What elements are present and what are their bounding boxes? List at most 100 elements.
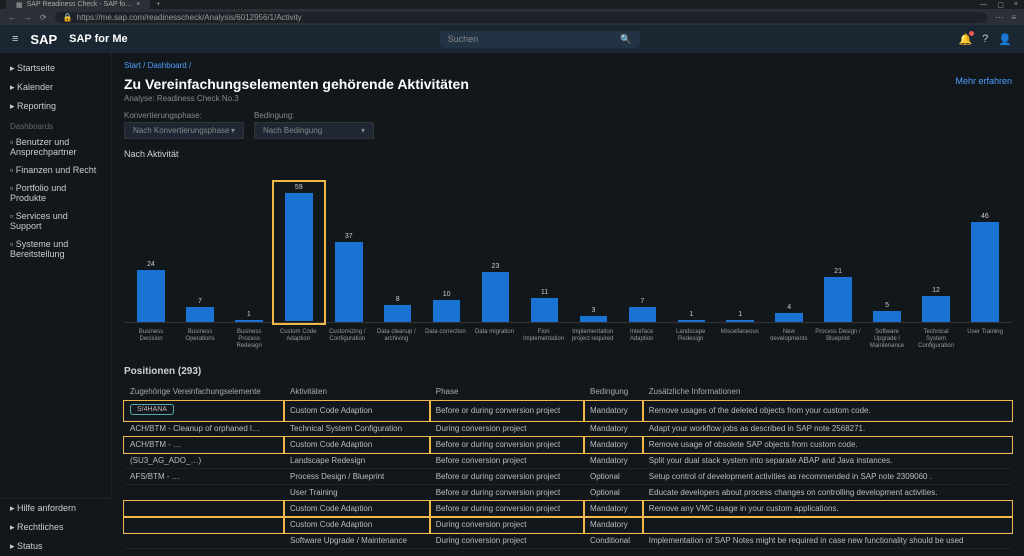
chart-bar[interactable]: 37	[326, 233, 372, 322]
table-row[interactable]: AFS/BTM - …Process Design / BlueprintBef…	[124, 469, 1012, 485]
chart-bar[interactable]: 8	[375, 296, 421, 322]
maximize-icon[interactable]: ▢	[997, 1, 1004, 9]
hamburger-icon[interactable]: ≡	[12, 33, 18, 45]
bar	[873, 311, 901, 322]
sidebar-bottom-item[interactable]: ▸ Status	[0, 537, 112, 556]
table-cell: During conversion project	[430, 517, 584, 533]
chart-bar[interactable]: 1	[226, 311, 272, 322]
table-cell: Mandatory	[584, 421, 643, 437]
table-cell: Custom Code Adaption	[284, 517, 430, 533]
chart-bar[interactable]: 7	[177, 298, 223, 322]
chart-bar[interactable]: 7	[619, 298, 665, 322]
simplification-cell: ACH/BTM - Cleanup of orphaned l…	[124, 421, 284, 437]
chart-bar[interactable]: 21	[815, 268, 861, 323]
app-header: ≡ SAP SAP for Me Suchen 🔍 🔔 ? 👤	[0, 25, 1024, 53]
chart-bar[interactable]: 46	[962, 213, 1008, 322]
bar-label: Data migration	[471, 329, 517, 350]
table-header[interactable]: Zusätzliche Informationen	[643, 383, 1012, 401]
chart-bar[interactable]: 3	[570, 307, 616, 323]
new-tab-button[interactable]: +	[156, 1, 160, 8]
bar	[285, 193, 313, 321]
table-cell: Before or during conversion project	[430, 437, 584, 453]
lock-icon: 🔒	[63, 13, 73, 22]
sidebar: ▸ Startseite▸ Kalender▸ Reporting Dashbo…	[0, 53, 112, 556]
sidebar-bottom-item[interactable]: ▸ Rechtliches	[0, 518, 112, 537]
chart-bar[interactable]: 5	[864, 302, 910, 322]
table-cell: Before or during conversion project	[430, 469, 584, 485]
user-icon[interactable]: 👤	[998, 33, 1012, 46]
refresh-icon[interactable]: ⟳	[40, 13, 47, 22]
back-icon[interactable]: ←	[8, 13, 16, 22]
table-cell: Software Upgrade / Maintenance	[284, 533, 430, 549]
chart-bar[interactable]: 59	[275, 183, 323, 322]
search-input[interactable]: Suchen 🔍	[440, 31, 640, 48]
sidebar-item[interactable]: ▸ Kalender	[0, 78, 111, 97]
bar-value: 46	[981, 213, 989, 220]
table-header[interactable]: Phase	[430, 383, 584, 401]
bar	[235, 320, 263, 322]
sidebar-item[interactable]: ▫ Benutzer und Ansprechpartner	[0, 133, 111, 161]
chart-bar[interactable]: 4	[766, 304, 812, 322]
sidebar-item[interactable]: ▫ Systeme und Bereitstellung	[0, 235, 111, 263]
url-text: https://me.sap.com/readinesscheck/Analys…	[77, 13, 302, 22]
chart-bar[interactable]: 10	[424, 291, 470, 322]
table-cell: Mandatory	[584, 501, 643, 517]
table-row[interactable]: ACH/BTM - Cleanup of orphaned l…Technica…	[124, 421, 1012, 437]
close-window-icon[interactable]: ×	[1014, 1, 1018, 9]
chart-bar[interactable]: 12	[913, 287, 959, 322]
table-cell: Optional	[584, 469, 643, 485]
extensions-icon[interactable]: ⋯	[995, 13, 1003, 22]
browser-tab[interactable]: ▦ SAP Readiness Check - SAP fo… ×	[6, 0, 150, 10]
bar-value: 10	[443, 291, 451, 298]
menu-icon[interactable]: ≡	[1011, 13, 1016, 22]
chart-bar[interactable]: 23	[473, 263, 519, 322]
bar	[186, 307, 214, 322]
sidebar-item[interactable]: ▫ Finanzen und Recht	[0, 161, 111, 179]
table-header[interactable]: Aktivitäten	[284, 383, 430, 401]
sidebar-item[interactable]: ▫ Services und Support	[0, 207, 111, 235]
crumb-start[interactable]: Start	[124, 61, 141, 70]
tab-title: SAP Readiness Check - SAP fo…	[27, 1, 133, 8]
table-row[interactable]: Custom Code AdaptionDuring conversion pr…	[124, 517, 1012, 533]
help-icon[interactable]: ?	[982, 33, 988, 46]
table-row[interactable]: S/4HANA Custom Code AdaptionBefore or du…	[124, 401, 1012, 421]
tab-favicon: ▦	[16, 1, 23, 9]
table-header[interactable]: Bedingung	[584, 383, 643, 401]
crumb-dashboard[interactable]: Dashboard	[148, 61, 187, 70]
chart-bar[interactable]: 24	[128, 261, 174, 322]
filter1-select[interactable]: Nach Konvertierungsphase ▾	[124, 122, 244, 139]
table-row[interactable]: Software Upgrade / MaintenanceDuring con…	[124, 533, 1012, 549]
bar	[922, 296, 950, 322]
sidebar-bottom-item[interactable]: ▸ Hilfe anfordern	[0, 499, 112, 518]
table-row[interactable]: User TrainingBefore or during conversion…	[124, 485, 1012, 501]
chart-bar[interactable]: 1	[717, 311, 763, 322]
sidebar-item[interactable]: ▫ Portfolio und Produkte	[0, 179, 111, 207]
filter2-select[interactable]: Nach Bedingung ▾	[254, 122, 374, 139]
chart-bar[interactable]: 11	[522, 289, 568, 322]
url-bar: ← → ⟳ 🔒 https://me.sap.com/readinesschec…	[0, 9, 1024, 25]
bar-value: 3	[591, 307, 595, 314]
bar-label: Miscellaneous	[717, 329, 763, 350]
minimize-icon[interactable]: —	[980, 1, 987, 9]
bar-label: Data cleanup / archiving	[373, 329, 419, 350]
close-icon[interactable]: ×	[136, 1, 140, 8]
chart-title: Nach Aktivität	[124, 149, 1012, 159]
learn-more-link[interactable]: Mehr erfahren	[955, 76, 1012, 86]
notification-icon[interactable]: 🔔	[958, 33, 972, 46]
table-row[interactable]: ACH/BTM - …Custom Code AdaptionBefore or…	[124, 437, 1012, 453]
bar-value: 37	[345, 233, 353, 240]
breadcrumb[interactable]: Start / Dashboard /	[124, 61, 1012, 70]
bar-label: Custom Code Adaption	[275, 329, 321, 350]
chart-bar[interactable]: 1	[668, 311, 714, 322]
forward-icon[interactable]: →	[24, 13, 32, 22]
table-header[interactable]: Zugehörige Vereinfachungselemente	[124, 383, 284, 401]
activity-chart: 247159378102311371142151246	[124, 163, 1012, 323]
table-row[interactable]: (SU3_AG_ADO_…)Landscape RedesignBefore c…	[124, 453, 1012, 469]
sidebar-item[interactable]: ▸ Reporting	[0, 97, 111, 116]
table-row[interactable]: Custom Code AdaptionBefore or during con…	[124, 501, 1012, 517]
url-input[interactable]: 🔒 https://me.sap.com/readinesscheck/Anal…	[55, 12, 988, 23]
simplification-cell: S/4HANA	[124, 401, 284, 421]
bar-label: Interface Adaption	[619, 329, 665, 350]
sidebar-item[interactable]: ▸ Startseite	[0, 59, 111, 78]
bar-value: 1	[247, 311, 251, 318]
